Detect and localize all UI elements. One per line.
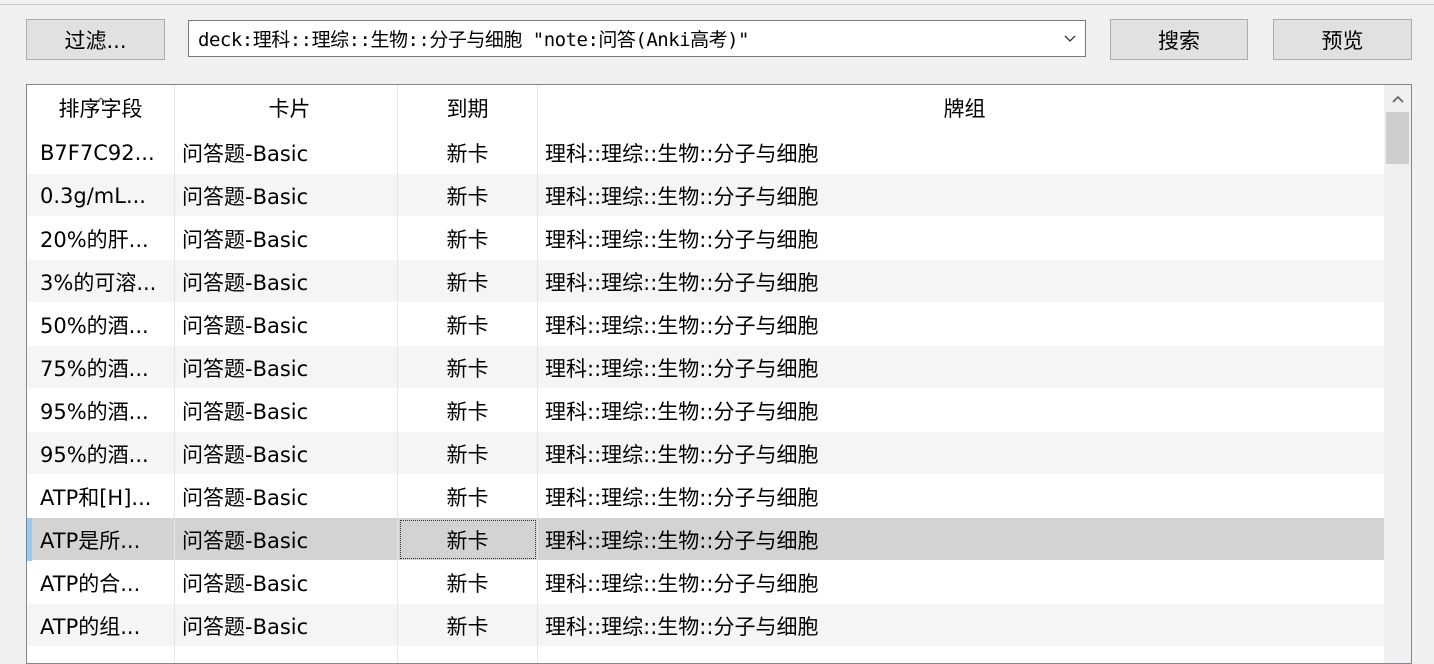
cell-due-focused[interactable]: 新卡 bbox=[398, 518, 538, 561]
table-row[interactable]: 0.3g/mL... 问答题-Basic 新卡 理科::理综::生物::分子与细… bbox=[27, 174, 1384, 217]
cell-deck[interactable]: 理科::理综::生物::分子与细胞 bbox=[538, 604, 1384, 647]
column-header-label: 牌组 bbox=[943, 97, 986, 121]
table-row-partial[interactable] bbox=[27, 647, 1384, 663]
cell-due[interactable]: 新卡 bbox=[398, 260, 538, 303]
cell-sort-field[interactable]: B7F7C92... bbox=[27, 131, 175, 174]
cell-due[interactable] bbox=[398, 647, 538, 663]
column-header-sort-field[interactable]: 排序字段 bbox=[27, 85, 175, 131]
cell-deck[interactable]: 理科::理综::生物::分子与细胞 bbox=[538, 174, 1384, 217]
search-combobox[interactable]: deck:理科::理综::生物::分子与细胞 "note:问答(Anki高考)" bbox=[188, 20, 1086, 57]
cell-card[interactable]: 问答题-Basic bbox=[175, 518, 398, 561]
cell-sort-field[interactable]: ATP的合... bbox=[27, 561, 175, 604]
cell-card[interactable]: 问答题-Basic bbox=[175, 432, 398, 475]
column-header-due[interactable]: 到期 bbox=[398, 85, 538, 131]
table-row[interactable]: 3%的可溶... 问答题-Basic 新卡 理科::理综::生物::分子与细胞 bbox=[27, 260, 1384, 303]
table-header: 排序字段 卡片 到期 牌组 bbox=[27, 85, 1384, 131]
cell-card[interactable]: 问答题-Basic bbox=[175, 604, 398, 647]
table-row[interactable]: ATP和[H]... 问答题-Basic 新卡 理科::理综::生物::分子与细… bbox=[27, 475, 1384, 518]
cell-sort-field[interactable]: ATP的组... bbox=[27, 604, 175, 647]
cell-deck[interactable]: 理科::理综::生物::分子与细胞 bbox=[538, 561, 1384, 604]
vertical-scrollbar[interactable] bbox=[1384, 85, 1411, 663]
cell-deck[interactable]: 理科::理综::生物::分子与细胞 bbox=[538, 518, 1384, 561]
cell-sort-field[interactable]: 3%的可溶... bbox=[27, 260, 175, 303]
chevron-down-icon[interactable] bbox=[1055, 35, 1085, 43]
table-row[interactable]: 75%的酒... 问答题-Basic 新卡 理科::理综::生物::分子与细胞 bbox=[27, 346, 1384, 389]
cell-sort-field[interactable] bbox=[27, 647, 175, 663]
cell-sort-field[interactable]: 75%的酒... bbox=[27, 346, 175, 389]
cell-sort-field[interactable]: ATP和[H]... bbox=[27, 475, 175, 518]
cell-card[interactable]: 问答题-Basic bbox=[175, 389, 398, 432]
cell-deck[interactable]: 理科::理综::生物::分子与细胞 bbox=[538, 260, 1384, 303]
cell-due[interactable]: 新卡 bbox=[398, 131, 538, 174]
filter-button[interactable]: 过滤... bbox=[26, 19, 165, 60]
table-row[interactable]: 20%的肝... 问答题-Basic 新卡 理科::理综::生物::分子与细胞 bbox=[27, 217, 1384, 260]
cell-sort-field[interactable]: 95%的酒... bbox=[27, 432, 175, 475]
cell-card[interactable]: 问答题-Basic bbox=[175, 217, 398, 260]
chevron-up-icon[interactable] bbox=[1384, 85, 1411, 112]
table-row[interactable]: 95%的酒... 问答题-Basic 新卡 理科::理综::生物::分子与细胞 bbox=[27, 432, 1384, 475]
scrollbar-thumb[interactable] bbox=[1386, 112, 1409, 164]
card-table: 排序字段 卡片 到期 牌组 B7F7C92... 问答题-Basic 新卡 理科… bbox=[26, 84, 1412, 664]
table-row[interactable]: ATP的组... 问答题-Basic 新卡 理科::理综::生物::分子与细胞 bbox=[27, 604, 1384, 647]
cell-deck[interactable]: 理科::理综::生物::分子与细胞 bbox=[538, 303, 1384, 346]
search-button[interactable]: 搜索 bbox=[1110, 19, 1248, 60]
cell-deck[interactable] bbox=[538, 647, 1384, 663]
cell-card[interactable]: 问答题-Basic bbox=[175, 131, 398, 174]
preview-button[interactable]: 预览 bbox=[1273, 19, 1412, 60]
cell-card[interactable]: 问答题-Basic bbox=[175, 561, 398, 604]
cell-sort-field[interactable]: 20%的肝... bbox=[27, 217, 175, 260]
cell-sort-field[interactable]: 95%的酒... bbox=[27, 389, 175, 432]
cell-due[interactable]: 新卡 bbox=[398, 346, 538, 389]
cell-due[interactable]: 新卡 bbox=[398, 604, 538, 647]
table-row-selected[interactable]: ATP是所... 问答题-Basic 新卡 理科::理综::生物::分子与细胞 bbox=[27, 518, 1384, 561]
table-row[interactable]: 50%的酒... 问答题-Basic 新卡 理科::理综::生物::分子与细胞 bbox=[27, 303, 1384, 346]
table-body: B7F7C92... 问答题-Basic 新卡 理科::理综::生物::分子与细… bbox=[27, 131, 1384, 663]
top-divider bbox=[0, 4, 1434, 5]
cell-due[interactable]: 新卡 bbox=[398, 389, 538, 432]
table-row[interactable]: B7F7C92... 问答题-Basic 新卡 理科::理综::生物::分子与细… bbox=[27, 131, 1384, 174]
cell-deck[interactable]: 理科::理综::生物::分子与细胞 bbox=[538, 131, 1384, 174]
cell-card[interactable]: 问答题-Basic bbox=[175, 475, 398, 518]
column-header-deck[interactable]: 牌组 bbox=[538, 85, 1384, 131]
cell-deck[interactable]: 理科::理综::生物::分子与细胞 bbox=[538, 432, 1384, 475]
chevron-up-icon bbox=[95, 85, 107, 109]
cell-card[interactable]: 问答题-Basic bbox=[175, 303, 398, 346]
cell-due[interactable]: 新卡 bbox=[398, 561, 538, 604]
cell-due[interactable]: 新卡 bbox=[398, 432, 538, 475]
table-row[interactable]: ATP的合... 问答题-Basic 新卡 理科::理综::生物::分子与细胞 bbox=[27, 561, 1384, 604]
cell-deck[interactable]: 理科::理综::生物::分子与细胞 bbox=[538, 475, 1384, 518]
cell-sort-field[interactable]: 50%的酒... bbox=[27, 303, 175, 346]
cell-deck[interactable]: 理科::理综::生物::分子与细胞 bbox=[538, 217, 1384, 260]
cell-deck[interactable]: 理科::理综::生物::分子与细胞 bbox=[538, 389, 1384, 432]
cell-sort-field[interactable]: 0.3g/mL... bbox=[27, 174, 175, 217]
column-header-card[interactable]: 卡片 bbox=[175, 85, 398, 131]
cell-card[interactable]: 问答题-Basic bbox=[175, 346, 398, 389]
cell-due[interactable]: 新卡 bbox=[398, 303, 538, 346]
column-header-label: 卡片 bbox=[268, 97, 311, 121]
table-row[interactable]: 95%的酒... 问答题-Basic 新卡 理科::理综::生物::分子与细胞 bbox=[27, 389, 1384, 432]
cell-card[interactable]: 问答题-Basic bbox=[175, 174, 398, 217]
cell-due[interactable]: 新卡 bbox=[398, 174, 538, 217]
search-input[interactable]: deck:理科::理综::生物::分子与细胞 "note:问答(Anki高考)" bbox=[189, 25, 1055, 52]
cell-card[interactable]: 问答题-Basic bbox=[175, 260, 398, 303]
cell-deck[interactable]: 理科::理综::生物::分子与细胞 bbox=[538, 346, 1384, 389]
column-header-label: 到期 bbox=[446, 97, 489, 121]
cell-card[interactable] bbox=[175, 647, 398, 663]
cell-sort-field[interactable]: ATP是所... bbox=[27, 518, 175, 561]
cell-due[interactable]: 新卡 bbox=[398, 475, 538, 518]
cell-due[interactable]: 新卡 bbox=[398, 217, 538, 260]
